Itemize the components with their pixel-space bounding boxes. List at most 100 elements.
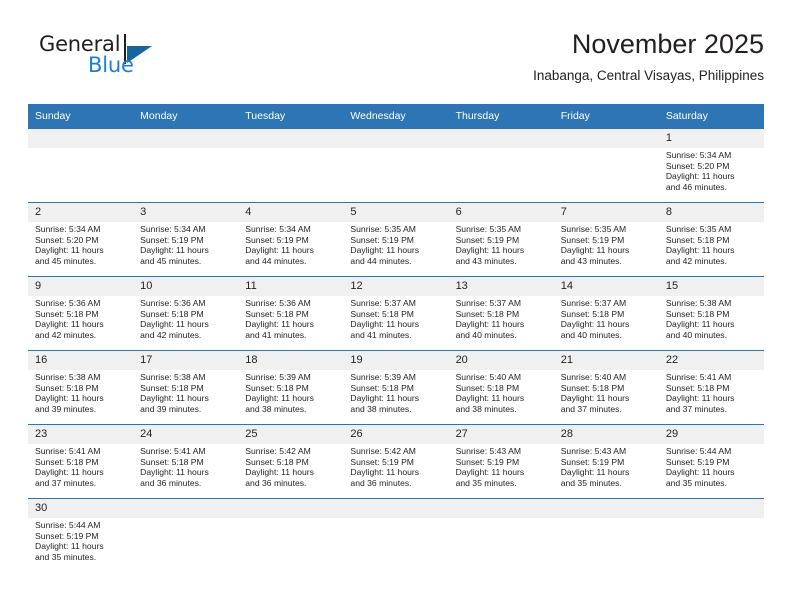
calendar-day-cell[interactable]: 1 Sunrise: 5:34 AM Sunset: 5:20 PM Daylight…	[658, 129, 764, 202]
calendar-day-cell[interactable]: 11 Sunrise: 5:36 AM Sunset: 5:18 PM Dayligh…	[238, 277, 344, 350]
calendar-day-cell[interactable]: 13 Sunrise: 5:37 AM Sunset: 5:18 PM Dayligh…	[448, 277, 554, 350]
calendar-day-cell[interactable]: 20 Sunrise: 5:40 AM Sunset: 5:18 PM Dayligh…	[448, 351, 554, 424]
calendar-page: General Blue November 2025 Inabanga, Cen…	[0, 0, 792, 612]
daylight-duration-line1: Daylight: 11 hours	[35, 467, 104, 478]
day-number: 26	[343, 425, 449, 444]
day-number: 24	[133, 425, 239, 444]
calendar-week-row: 9 Sunrise: 5:36 AM Sunset: 5:18 PM Daylight…	[28, 276, 764, 351]
brand-logo[interactable]: General Blue	[28, 32, 248, 88]
day-details: Sunrise: 5:42 AM Sunset: 5:18 PM Daylight:…	[238, 444, 343, 488]
calendar-day-cell[interactable]: 3 Sunrise: 5:34 AM Sunset: 5:19 PM Daylight…	[133, 203, 239, 276]
day-details: Sunrise: 5:41 AM Sunset: 5:18 PM Daylight:…	[659, 370, 764, 414]
daylight-duration-line1: Daylight: 11 hours	[245, 245, 314, 256]
calendar-day-cell[interactable]: 21 Sunrise: 5:40 AM Sunset: 5:18 PM Dayligh…	[553, 351, 659, 424]
calendar-day-cell[interactable]: 30 Sunrise: 5:44 AM Sunset: 5:19 PM Dayligh…	[28, 499, 134, 572]
weekday-header-tuesday: Tuesday	[238, 104, 344, 129]
sunset-time: Sunset: 5:18 PM	[665, 382, 730, 393]
day-number: 14	[553, 277, 659, 296]
sunrise-time: Sunrise: 5:34 AM	[245, 224, 311, 234]
calendar-day-cell[interactable]: 29 Sunrise: 5:44 AM Sunset: 5:19 PM Dayligh…	[658, 425, 764, 498]
day-number	[553, 499, 659, 518]
sunrise-time: Sunrise: 5:41 AM	[35, 446, 101, 456]
day-details: Sunrise: 5:36 AM Sunset: 5:18 PM Daylight:…	[28, 296, 133, 340]
sunrise-time: Sunrise: 5:44 AM	[35, 520, 101, 530]
day-number	[448, 499, 554, 518]
daylight-duration-line1: Daylight: 11 hours	[455, 467, 525, 478]
calendar-day-cell[interactable]: 27 Sunrise: 5:43 AM Sunset: 5:19 PM Dayligh…	[448, 425, 554, 498]
day-number	[28, 129, 134, 148]
day-details: Sunrise: 5:34 AM Sunset: 5:20 PM Daylight:…	[659, 148, 764, 192]
calendar-day-cell[interactable]: 6 Sunrise: 5:35 AM Sunset: 5:19 PM Daylight…	[448, 203, 554, 276]
sunrise-time: Sunrise: 5:39 AM	[350, 372, 416, 382]
day-number: 10	[133, 277, 239, 296]
calendar-day-cell[interactable]: 14 Sunrise: 5:37 AM Sunset: 5:18 PM Dayligh…	[553, 277, 659, 350]
daylight-duration-line1: Daylight: 11 hours	[350, 245, 420, 256]
daylight-duration-line1: Daylight: 11 hours	[245, 319, 314, 330]
sunrise-time: Sunrise: 5:36 AM	[245, 298, 311, 308]
sunrise-time: Sunrise: 5:34 AM	[140, 224, 206, 234]
sunrise-time: Sunrise: 5:37 AM	[350, 298, 416, 308]
sunset-time: Sunset: 5:18 PM	[350, 382, 414, 393]
calendar-day-cell[interactable]: 24 Sunrise: 5:41 AM Sunset: 5:18 PM Dayligh…	[133, 425, 239, 498]
sunset-time: Sunset: 5:18 PM	[35, 456, 99, 467]
daylight-duration-line2: and 37 minutes.	[560, 403, 622, 414]
calendar-week-row: 2 Sunrise: 5:34 AM Sunset: 5:20 PM Daylight…	[28, 202, 764, 277]
calendar-day-cell[interactable]: 8 Sunrise: 5:35 AM Sunset: 5:18 PM Daylight…	[658, 203, 764, 276]
weekday-header-thursday: Thursday	[448, 104, 554, 129]
daylight-duration-line2: and 44 minutes.	[245, 255, 307, 266]
calendar-day-cell-empty	[553, 499, 659, 572]
daylight-duration-line2: and 38 minutes.	[455, 403, 517, 414]
sunset-time: Sunset: 5:18 PM	[560, 308, 625, 319]
daylight-duration-line2: and 44 minutes.	[350, 255, 412, 266]
sunset-time: Sunset: 5:19 PM	[455, 234, 520, 245]
calendar-day-cell[interactable]: 10 Sunrise: 5:36 AM Sunset: 5:18 PM Dayligh…	[133, 277, 239, 350]
calendar-day-cell-empty	[343, 129, 449, 202]
calendar-day-cell[interactable]: 23 Sunrise: 5:41 AM Sunset: 5:18 PM Dayligh…	[28, 425, 134, 498]
daylight-duration-line1: Daylight: 11 hours	[140, 245, 209, 256]
weekday-header-wednesday: Wednesday	[343, 104, 449, 129]
day-details: Sunrise: 5:35 AM Sunset: 5:19 PM Daylight:…	[343, 222, 448, 266]
day-details: Sunrise: 5:39 AM Sunset: 5:18 PM Daylight:…	[238, 370, 343, 414]
calendar-day-cell[interactable]: 12 Sunrise: 5:37 AM Sunset: 5:18 PM Dayligh…	[343, 277, 449, 350]
sunset-time: Sunset: 5:18 PM	[665, 308, 730, 319]
daylight-duration-line1: Daylight: 11 hours	[350, 467, 420, 478]
day-number	[343, 499, 449, 518]
calendar-day-cell[interactable]: 28 Sunrise: 5:43 AM Sunset: 5:19 PM Dayligh…	[553, 425, 659, 498]
calendar-day-cell[interactable]: 2 Sunrise: 5:34 AM Sunset: 5:20 PM Daylight…	[28, 203, 134, 276]
day-number: 18	[238, 351, 344, 370]
day-details: Sunrise: 5:35 AM Sunset: 5:18 PM Daylight:…	[659, 222, 764, 266]
calendar-day-cell[interactable]: 17 Sunrise: 5:38 AM Sunset: 5:18 PM Dayligh…	[133, 351, 239, 424]
daylight-duration-line2: and 38 minutes.	[350, 403, 412, 414]
calendar-day-cell[interactable]: 25 Sunrise: 5:42 AM Sunset: 5:18 PM Dayligh…	[238, 425, 344, 498]
daylight-duration-line2: and 42 minutes.	[665, 255, 727, 266]
day-number: 20	[448, 351, 554, 370]
sunset-time: Sunset: 5:19 PM	[350, 234, 414, 245]
sunrise-time: Sunrise: 5:35 AM	[560, 224, 627, 234]
day-details: Sunrise: 5:41 AM Sunset: 5:18 PM Daylight:…	[28, 444, 133, 488]
calendar-day-cell[interactable]: 4 Sunrise: 5:34 AM Sunset: 5:19 PM Daylight…	[238, 203, 344, 276]
calendar-day-cell[interactable]: 7 Sunrise: 5:35 AM Sunset: 5:19 PM Daylight…	[553, 203, 659, 276]
calendar-day-cell[interactable]: 16 Sunrise: 5:38 AM Sunset: 5:18 PM Dayligh…	[28, 351, 134, 424]
daylight-duration-line2: and 40 minutes.	[560, 329, 622, 340]
day-number: 3	[133, 203, 239, 222]
day-details: Sunrise: 5:44 AM Sunset: 5:19 PM Daylight:…	[659, 444, 764, 488]
calendar-day-cell[interactable]: 9 Sunrise: 5:36 AM Sunset: 5:18 PM Daylight…	[28, 277, 134, 350]
calendar-day-cell-empty	[238, 499, 344, 572]
daylight-duration-line1: Daylight: 11 hours	[35, 541, 104, 552]
calendar-day-cell[interactable]: 18 Sunrise: 5:39 AM Sunset: 5:18 PM Dayligh…	[238, 351, 344, 424]
calendar-day-cell[interactable]: 22 Sunrise: 5:41 AM Sunset: 5:18 PM Dayligh…	[658, 351, 764, 424]
sunrise-time: Sunrise: 5:35 AM	[350, 224, 416, 234]
calendar-day-cell[interactable]: 15 Sunrise: 5:38 AM Sunset: 5:18 PM Dayligh…	[658, 277, 764, 350]
daylight-duration-line1: Daylight: 11 hours	[560, 393, 630, 404]
calendar-day-cell[interactable]: 5 Sunrise: 5:35 AM Sunset: 5:19 PM Daylight…	[343, 203, 449, 276]
daylight-duration-line2: and 39 minutes.	[140, 403, 202, 414]
weekday-header-friday: Friday	[553, 104, 659, 129]
daylight-duration-line2: and 45 minutes.	[35, 255, 97, 266]
sunset-time: Sunset: 5:18 PM	[140, 382, 204, 393]
sunrise-time: Sunrise: 5:44 AM	[665, 446, 732, 456]
daylight-duration-line1: Daylight: 11 hours	[665, 171, 735, 182]
sunset-time: Sunset: 5:19 PM	[140, 234, 204, 245]
day-details: Sunrise: 5:36 AM Sunset: 5:18 PM Daylight:…	[133, 296, 238, 340]
calendar-day-cell[interactable]: 26 Sunrise: 5:42 AM Sunset: 5:19 PM Dayligh…	[343, 425, 449, 498]
calendar-day-cell[interactable]: 19 Sunrise: 5:39 AM Sunset: 5:18 PM Dayligh…	[343, 351, 449, 424]
